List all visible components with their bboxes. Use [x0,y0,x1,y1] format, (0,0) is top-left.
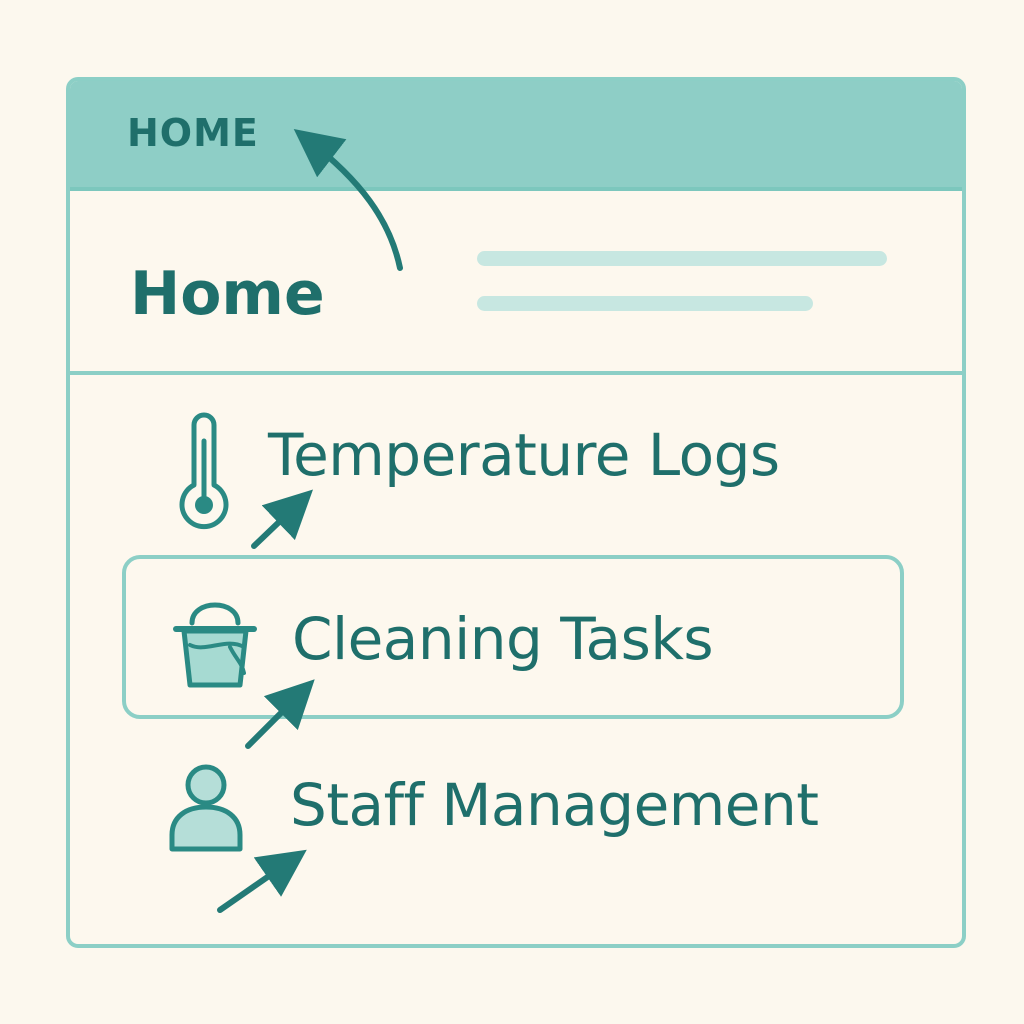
nav-item-staff-management[interactable]: Staff Management [70,761,962,871]
bucket-icon [173,602,257,688]
thermometer-icon [179,412,229,530]
nav-item-label: Staff Management [290,771,819,839]
placeholder-text-line [477,251,887,266]
nav-item-label: Cleaning Tasks [292,605,714,673]
user-icon [169,764,243,852]
window-title[interactable]: HOME [127,111,259,155]
title-bar: HOME [70,81,962,191]
nav-item-cleaning-tasks[interactable]: Cleaning Tasks [122,555,904,719]
app-window: HOME Home Temperature Logs Cleaning Task… [66,77,966,948]
placeholder-text-line [477,296,813,311]
stage: HOME Home Temperature Logs Cleaning Task… [0,0,1024,1024]
page-header: Home [70,191,962,371]
nav-item-temperature-logs[interactable]: Temperature Logs [70,411,962,561]
divider [70,371,962,375]
nav-item-label: Temperature Logs [268,421,780,489]
page-title: Home [130,259,325,329]
